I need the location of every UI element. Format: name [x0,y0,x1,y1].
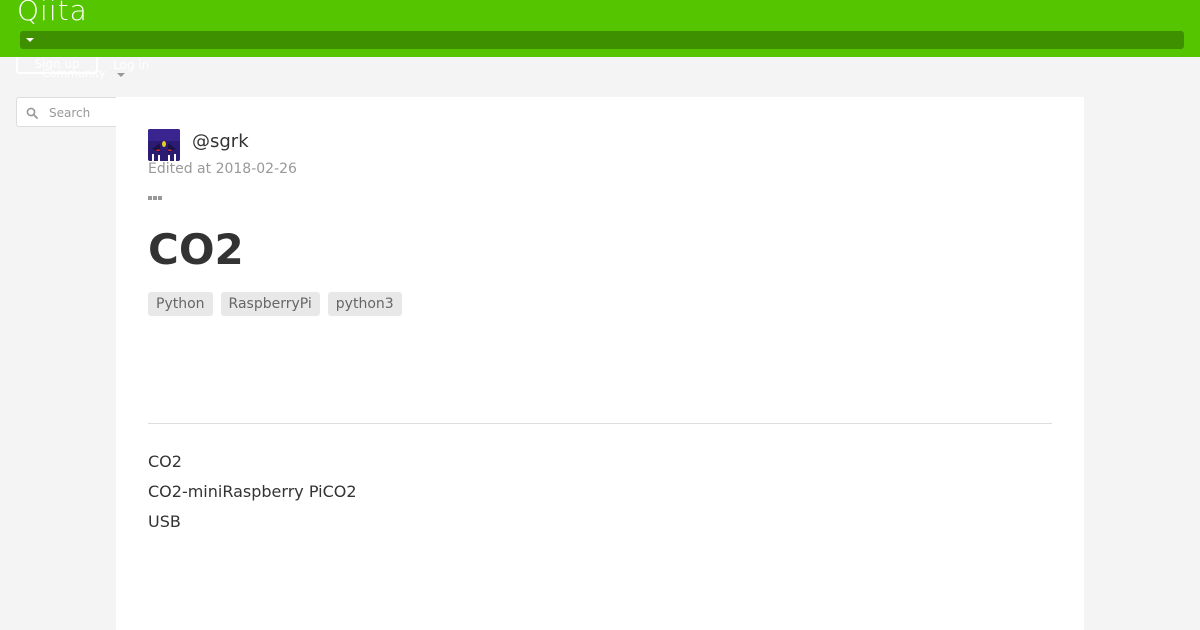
author-avatar[interactable] [148,129,180,161]
article-title: CO2 [148,225,244,274]
caret-down-icon [26,38,34,42]
avatar-image [148,129,180,161]
tag-item[interactable]: RaspberryPi [220,292,320,316]
content-divider [148,423,1052,424]
community-menu[interactable]: Community [42,67,106,81]
article-card: @sgrk Edited at 2018-02-26 CO2 Python Ra… [116,97,1084,630]
tag-item[interactable]: python3 [327,292,402,316]
more-options-icon[interactable] [148,185,164,200]
edited-date: Edited at 2018-02-26 [148,161,297,177]
qiita-logo[interactable]: Qiita [17,0,88,27]
tag-list: Python RaspberryPi python3 [148,292,402,316]
login-link[interactable]: Log in [113,57,149,73]
search-icon [26,107,38,119]
body-paragraph: USB [148,512,181,531]
menu-dropdown-bar[interactable] [20,31,1184,49]
header-bar: Qiita [0,0,1200,57]
tag-item[interactable]: Python [148,292,213,316]
chevron-down-icon [117,73,125,77]
author-name[interactable]: @sgrk [192,131,249,152]
body-paragraph: CO2 [148,452,182,471]
body-paragraph: CO2-miniRaspberry PiCO2 [148,482,357,501]
